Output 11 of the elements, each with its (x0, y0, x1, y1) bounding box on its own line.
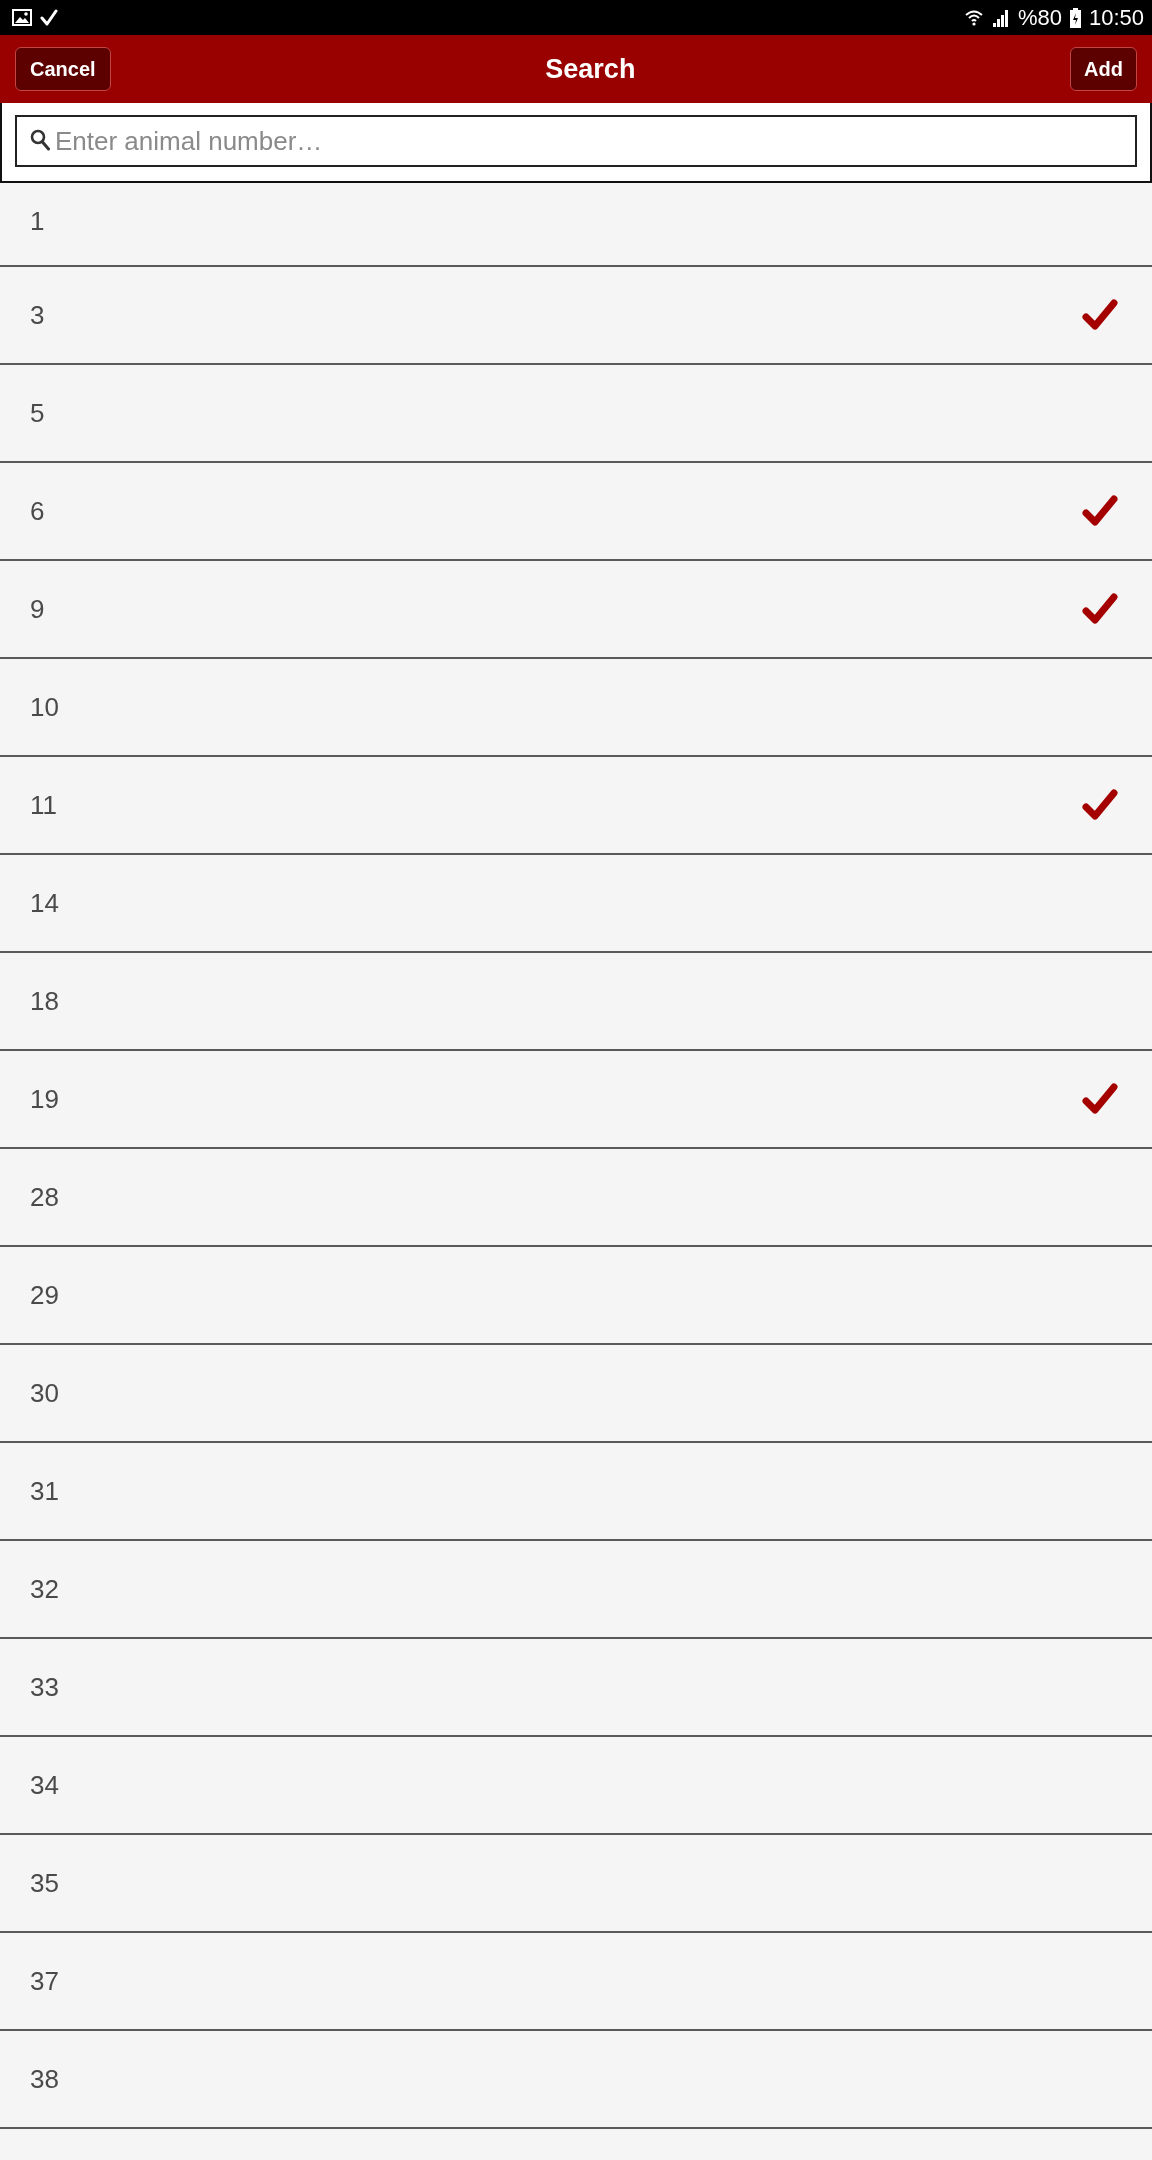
page-title: Search (545, 53, 636, 85)
image-icon (12, 9, 32, 26)
clock-time: 10:50 (1088, 6, 1144, 29)
cancel-button[interactable]: Cancel (15, 47, 111, 91)
add-button[interactable]: Add (1070, 47, 1137, 91)
search-icon (30, 129, 50, 151)
battery-percent: %80 (1017, 6, 1062, 29)
battery-icon (1069, 7, 1081, 28)
search-field[interactable]: Enter animal number… (15, 115, 1137, 167)
tick-icon (40, 8, 58, 27)
signal-icon (991, 8, 1010, 27)
